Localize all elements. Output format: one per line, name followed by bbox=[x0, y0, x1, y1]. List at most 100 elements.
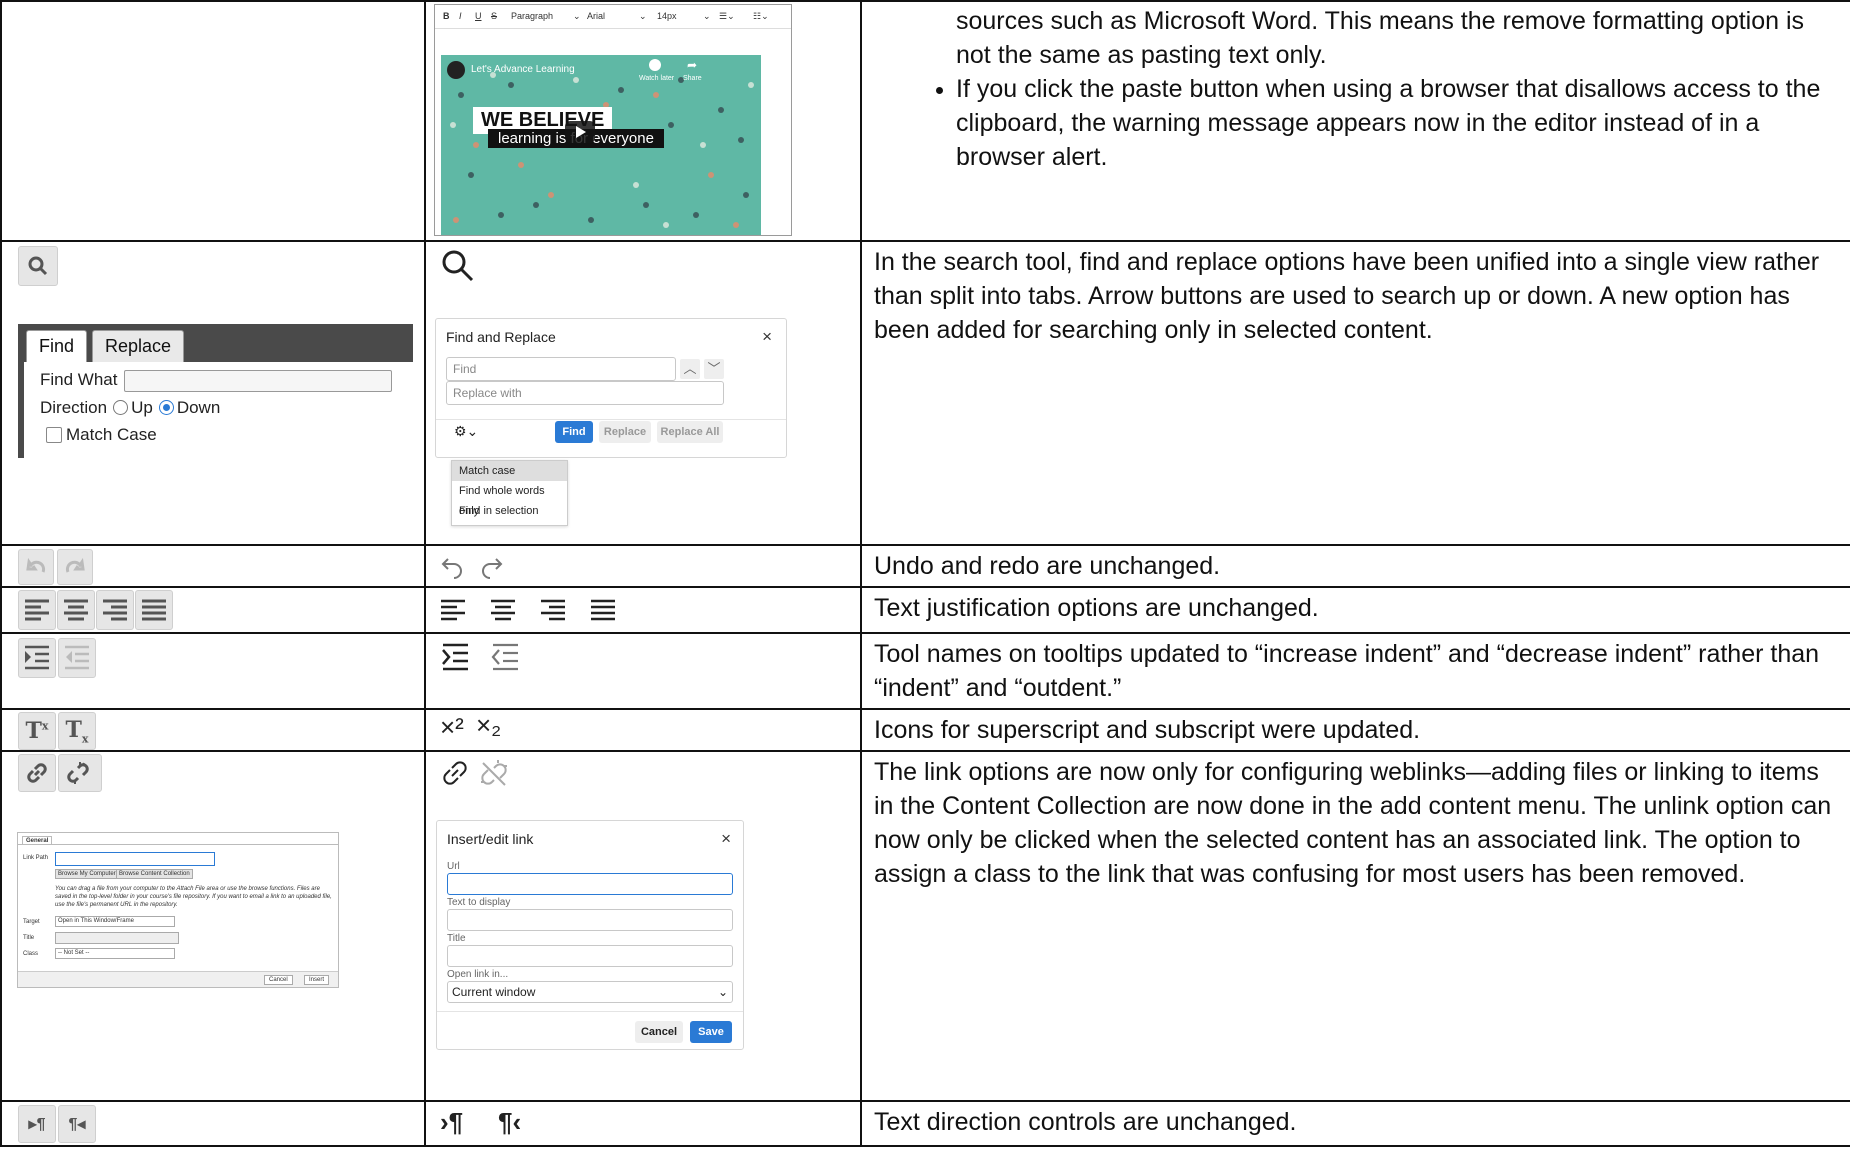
underline-button[interactable]: U bbox=[475, 11, 482, 21]
gear-icon[interactable]: ⚙⌄ bbox=[454, 423, 478, 440]
old-outdent-button[interactable] bbox=[58, 638, 96, 678]
undo-icon[interactable] bbox=[440, 554, 466, 580]
replace-button[interactable]: Replace bbox=[599, 421, 651, 443]
old-redo-button[interactable] bbox=[57, 549, 93, 585]
description-text: Text direction controls are unchanged. bbox=[874, 1108, 1297, 1136]
class-select[interactable]: -- Not Set -- bbox=[55, 948, 175, 959]
help-text: You can drag a file from your computer t… bbox=[55, 886, 332, 908]
new-link-dialog: Insert/edit link × Url Text to display T… bbox=[436, 820, 744, 1050]
block-format-select[interactable]: Paragraph bbox=[511, 11, 553, 21]
play-button[interactable] bbox=[565, 121, 595, 143]
new-cell-undo bbox=[424, 544, 862, 588]
redo-icon bbox=[65, 558, 85, 573]
old-align-center-button[interactable] bbox=[57, 590, 95, 630]
italic-button[interactable]: I bbox=[459, 11, 462, 21]
old-justify-button[interactable] bbox=[135, 590, 173, 630]
browse-collection-button[interactable]: Browse Content Collection bbox=[116, 869, 193, 879]
table-row-script: Tx Tx ×² ×₂ Icons for superscript and su… bbox=[0, 708, 1850, 752]
old-align-left-button[interactable] bbox=[18, 590, 56, 630]
numbered-list-icon[interactable]: ☷⌄ bbox=[753, 11, 769, 22]
old-undo-button[interactable] bbox=[18, 549, 54, 585]
up-radio[interactable] bbox=[113, 400, 129, 415]
title-input[interactable] bbox=[55, 932, 179, 944]
rtl-icon[interactable]: ¶‹ bbox=[498, 1107, 521, 1138]
open-link-in-select[interactable]: Current window ⌄ bbox=[447, 981, 733, 1003]
url-input[interactable] bbox=[447, 873, 733, 895]
editor-toolbar: B I U S Paragraph ⌄ Arial ⌄ 14px ⌄ ☰⌄ ☷⌄ bbox=[435, 5, 791, 29]
decrease-indent-icon[interactable] bbox=[490, 642, 520, 672]
list-item: sources such as Microsoft Word. This mea… bbox=[956, 7, 1805, 69]
menu-item-find-in-selection[interactable]: Find in selection bbox=[452, 501, 567, 521]
description-cell-justify: Text justification options are unchanged… bbox=[860, 586, 1850, 634]
menu-item-match-case[interactable]: Match case bbox=[452, 461, 567, 481]
ltr-icon[interactable]: ▸¶ bbox=[18, 1105, 56, 1143]
save-button[interactable]: Save bbox=[690, 1021, 732, 1043]
direction-label: Direction bbox=[40, 398, 108, 417]
superscript-icon[interactable]: ×² bbox=[440, 712, 464, 743]
font-size-select[interactable]: 14px bbox=[657, 11, 677, 21]
find-what-input[interactable] bbox=[124, 370, 392, 392]
match-case-checkbox[interactable] bbox=[46, 427, 62, 443]
old-link-button[interactable] bbox=[18, 754, 56, 792]
table-row-link: General Link Path Browse My Computer Bro… bbox=[0, 750, 1850, 1102]
chevron-down-icon: ⌄ bbox=[717, 985, 728, 999]
replace-input[interactable]: Replace with bbox=[446, 381, 724, 405]
superscript-icon: Tx bbox=[25, 718, 49, 744]
old-link-dialog: General Link Path Browse My Computer Bro… bbox=[17, 832, 339, 988]
redo-icon[interactable] bbox=[478, 554, 504, 580]
ltr-icon[interactable]: ›¶ bbox=[440, 1107, 463, 1138]
subscript-icon[interactable]: ×₂ bbox=[476, 711, 501, 741]
increase-indent-icon[interactable] bbox=[440, 642, 470, 672]
list-item: If you click the paste button when using… bbox=[956, 72, 1838, 174]
description-cell-undo: Undo and redo are unchanged. bbox=[860, 544, 1850, 588]
old-subscript-button[interactable]: Tx bbox=[58, 712, 96, 749]
unlink-icon[interactable] bbox=[478, 758, 510, 790]
description-text: Undo and redo are unchanged. bbox=[874, 552, 1221, 580]
target-label: Target bbox=[23, 919, 40, 925]
tab-replace[interactable]: Replace bbox=[92, 330, 185, 362]
find-input[interactable]: Find bbox=[446, 357, 676, 381]
video-thumbnail[interactable]: Let's Advance Learning ➦ Watch later Sha… bbox=[441, 55, 761, 235]
old-align-right-button[interactable] bbox=[96, 590, 134, 630]
align-center-icon[interactable] bbox=[490, 598, 516, 622]
browse-computer-button[interactable]: Browse My Computer bbox=[55, 869, 119, 879]
search-icon bbox=[28, 256, 48, 276]
old-search-button[interactable] bbox=[18, 246, 58, 286]
old-cancel-button[interactable]: Cancel bbox=[264, 975, 293, 985]
old-unlink-button[interactable] bbox=[58, 754, 102, 792]
font-family-select[interactable]: Arial bbox=[587, 11, 605, 21]
close-icon[interactable]: × bbox=[762, 327, 772, 347]
menu-item-whole-words[interactable]: Find whole words only bbox=[452, 481, 567, 517]
old-indent-button[interactable] bbox=[18, 638, 56, 678]
replace-all-button[interactable]: Replace All bbox=[657, 421, 723, 443]
align-left-icon[interactable] bbox=[440, 598, 466, 622]
bullet-list-icon[interactable]: ☰⌄ bbox=[719, 11, 735, 22]
paste-notes-list: sources such as Microsoft Word. This mea… bbox=[874, 4, 1838, 174]
align-right-icon[interactable] bbox=[540, 598, 566, 622]
direction-group: Direction Up Down bbox=[40, 398, 220, 418]
clock-icon[interactable] bbox=[649, 59, 661, 71]
target-select[interactable]: Open in This Window/Frame bbox=[55, 916, 175, 927]
description-cell-direction: Text direction controls are unchanged. bbox=[860, 1100, 1850, 1147]
share-icon[interactable]: ➦ bbox=[687, 58, 697, 72]
insert-button[interactable]: Insert bbox=[304, 975, 330, 985]
down-radio[interactable] bbox=[158, 400, 174, 415]
old-superscript-button[interactable]: Tx bbox=[18, 712, 56, 749]
indent-icon bbox=[25, 645, 49, 670]
link-icon bbox=[27, 763, 47, 783]
link-path-input[interactable] bbox=[55, 852, 215, 866]
title-input[interactable] bbox=[447, 945, 733, 967]
rtl-icon[interactable]: ¶◂ bbox=[58, 1105, 96, 1143]
cancel-button[interactable]: Cancel bbox=[635, 1021, 683, 1043]
bold-button[interactable]: B bbox=[443, 11, 450, 21]
tab-find[interactable]: Find bbox=[26, 330, 88, 362]
find-button[interactable]: Find bbox=[555, 421, 593, 443]
search-icon[interactable] bbox=[440, 248, 476, 284]
strike-button[interactable]: S bbox=[491, 11, 497, 21]
link-icon[interactable] bbox=[440, 758, 470, 788]
align-justify-icon[interactable] bbox=[590, 598, 616, 622]
text-to-display-input[interactable] bbox=[447, 909, 733, 931]
chevron-up-icon[interactable]: ︿ bbox=[680, 359, 700, 379]
close-icon[interactable]: × bbox=[721, 829, 731, 849]
chevron-down-icon[interactable]: ﹀ bbox=[704, 359, 724, 379]
